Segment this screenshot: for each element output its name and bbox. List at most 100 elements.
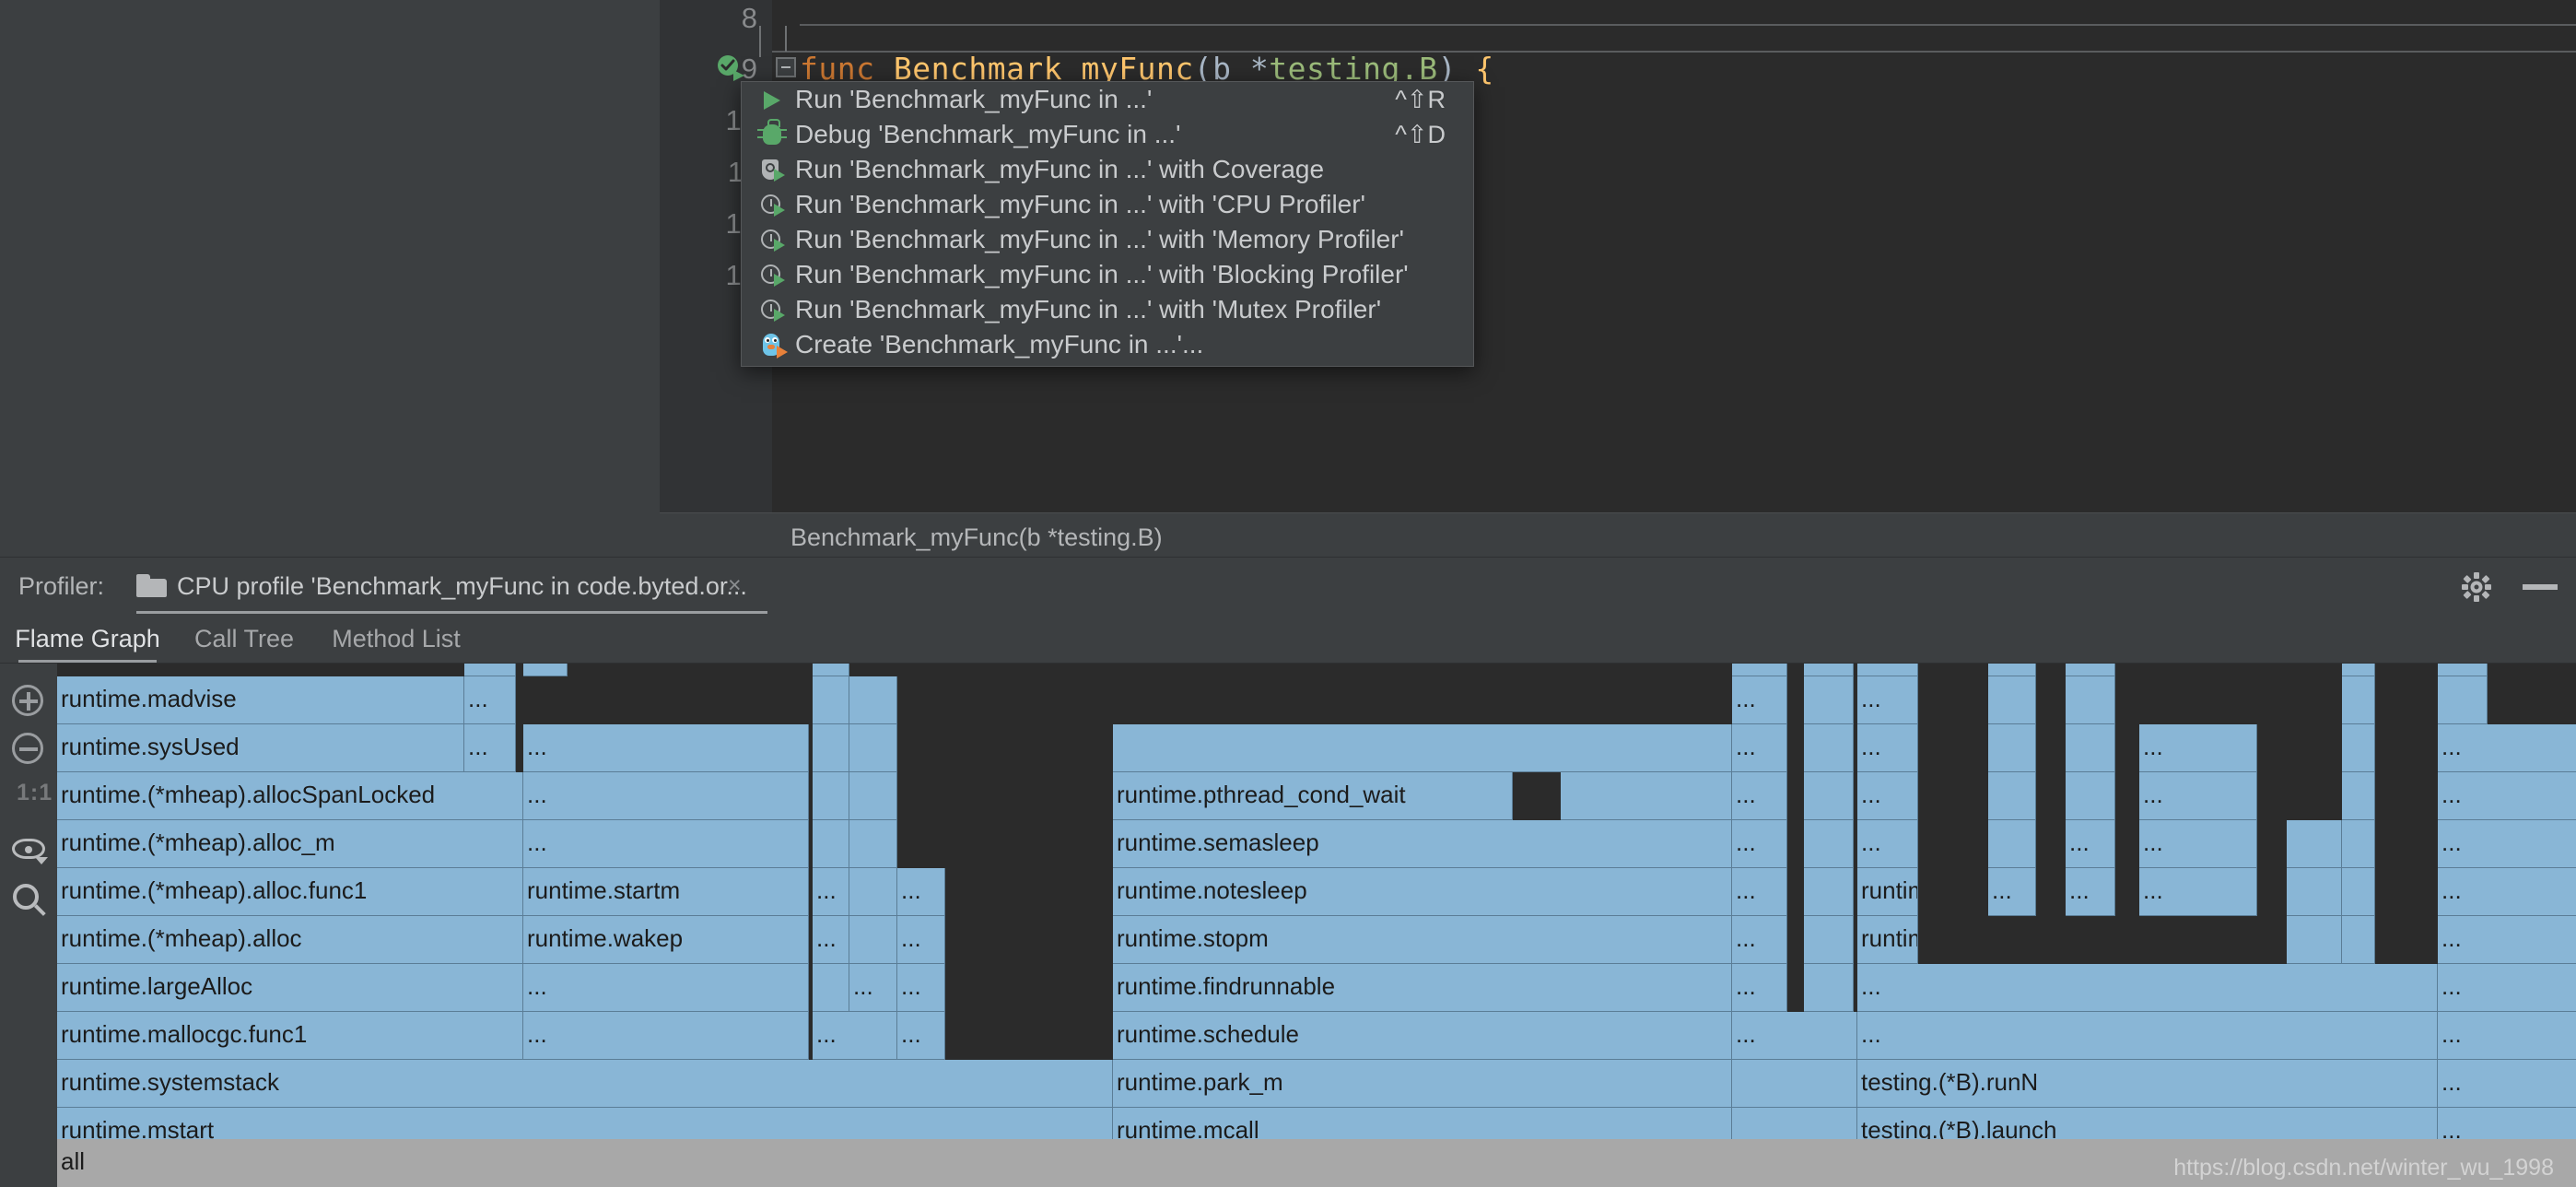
flame-frame[interactable]	[1561, 772, 1732, 820]
zoom-reset-icon[interactable]: 1:1	[9, 780, 52, 818]
flame-frame[interactable]: runtime.mallocgc.func1	[57, 1012, 523, 1060]
flame-frame[interactable]	[2287, 916, 2342, 964]
flame-frame[interactable]	[1804, 724, 1854, 772]
flame-frame[interactable]: ...	[1857, 820, 1918, 868]
flame-frame[interactable]: ...	[897, 1012, 945, 1060]
flame-frame[interactable]: ...	[1732, 724, 1787, 772]
flame-frame[interactable]: runtime.(*mheap).alloc	[57, 916, 523, 964]
flame-frame[interactable]	[813, 724, 849, 772]
flame-frame[interactable]	[849, 820, 897, 868]
flame-frame[interactable]	[2438, 664, 2488, 676]
flame-frame[interactable]: ...	[2438, 916, 2576, 964]
flame-frame[interactable]: ...	[897, 868, 945, 916]
flame-frame[interactable]	[2438, 676, 2488, 724]
flame-frame[interactable]: runtime.findrunnable	[1113, 964, 1732, 1012]
profiler-tab-bar[interactable]: Flame Graph Call Tree Method List	[0, 614, 2576, 664]
flame-frame[interactable]	[2066, 664, 2115, 676]
flame-frame[interactable]: ...	[2139, 868, 2257, 916]
flame-frame[interactable]	[1804, 868, 1854, 916]
run-context-menu[interactable]: Run 'Benchmark_myFunc in ...' ^⇧R Debug …	[741, 81, 1474, 367]
flame-frame[interactable]	[849, 772, 897, 820]
menu-item-run-with-blocking-profiler[interactable]: Run 'Benchmark_myFunc in ...' with 'Bloc…	[742, 257, 1473, 292]
flame-frame[interactable]: ...	[2438, 868, 2576, 916]
flame-frame[interactable]	[2342, 868, 2375, 916]
flame-frame[interactable]: ...	[1732, 664, 1787, 676]
flame-frame[interactable]: runtime.largeAlloc	[57, 964, 523, 1012]
flame-frame[interactable]	[2342, 772, 2375, 820]
flame-frame[interactable]: ...	[1732, 916, 1787, 964]
flame-frame[interactable]: ...	[2438, 1012, 2576, 1060]
menu-item-run-with-coverage[interactable]: Run 'Benchmark_myFunc in ...' with Cover…	[742, 152, 1473, 187]
flame-frame[interactable]	[849, 724, 897, 772]
flame-frame[interactable]	[1988, 724, 2036, 772]
flame-frame[interactable]	[2342, 664, 2375, 676]
flame-frame[interactable]: runtime.sysUsed	[57, 724, 464, 772]
flame-frame[interactable]: ...	[1857, 964, 2438, 1012]
menu-item-run-with-memory-profiler[interactable]: Run 'Benchmark_myFunc in ...' with 'Memo…	[742, 222, 1473, 257]
flame-frame[interactable]	[1804, 664, 1854, 676]
flame-frame[interactable]	[813, 772, 849, 820]
flame-frame[interactable]: ...	[464, 676, 516, 724]
tab-call-tree[interactable]: Call Tree	[189, 614, 299, 664]
flame-frame[interactable]: runtime.semasleep	[1113, 820, 1732, 868]
flame-frame[interactable]	[813, 820, 849, 868]
flame-frame[interactable]: ...	[2066, 868, 2115, 916]
gear-icon[interactable]	[2460, 570, 2493, 604]
flame-frame[interactable]	[813, 664, 849, 676]
flame-frame[interactable]: ...	[523, 772, 809, 820]
flame-frame[interactable]: ...	[464, 724, 516, 772]
profile-session-tab[interactable]: CPU profile 'Benchmark_myFunc in code.by…	[136, 563, 747, 609]
flame-frame[interactable]: ...	[849, 964, 897, 1012]
flame-frame[interactable]: ...	[523, 964, 809, 1012]
flame-frame[interactable]	[849, 916, 897, 964]
flame-frame[interactable]: ...	[2438, 772, 2576, 820]
flame-frame[interactable]	[1804, 772, 1854, 820]
flame-frame[interactable]: runtime.startm	[523, 868, 809, 916]
flame-frame[interactable]	[1988, 772, 2036, 820]
menu-item-run-with-mutex-profiler[interactable]: Run 'Benchmark_myFunc in ...' with 'Mute…	[742, 292, 1473, 327]
flame-frame[interactable]: ...	[1732, 964, 1787, 1012]
flame-frame[interactable]: ...	[523, 1012, 809, 1060]
flame-frame[interactable]: runtime.systemstack	[57, 1060, 1113, 1108]
flame-frame[interactable]	[1804, 916, 1854, 964]
flame-frame[interactable]: ...	[1857, 724, 1918, 772]
flame-frame[interactable]: runtime.stopm	[1113, 916, 1732, 964]
flame-frame[interactable]: ...	[2066, 820, 2115, 868]
flame-graph-root-frame[interactable]: all	[57, 1139, 2576, 1187]
flame-frame[interactable]: runtime.pthread_cond_wait	[1113, 772, 1513, 820]
zoom-in-icon[interactable]	[9, 682, 48, 721]
flame-frame[interactable]: ...	[2438, 724, 2576, 772]
flame-frame[interactable]: runtime.(*mheap).alloc_m	[57, 820, 523, 868]
flame-frame[interactable]: ...	[813, 868, 849, 916]
flame-frame[interactable]: ...	[2139, 820, 2257, 868]
breadcrumb[interactable]: Benchmark_myFunc(b *testing.B)	[790, 523, 1163, 552]
menu-item-run-with-cpu-profiler[interactable]: Run 'Benchmark_myFunc in ...' with 'CPU …	[742, 187, 1473, 222]
flame-frame[interactable]	[813, 676, 849, 724]
flame-frame[interactable]: ...	[1857, 772, 1918, 820]
visibility-icon[interactable]	[9, 829, 48, 868]
flame-frame[interactable]	[2066, 772, 2115, 820]
flame-frame[interactable]: ...	[523, 724, 809, 772]
flame-frame[interactable]	[1804, 820, 1854, 868]
flame-frame[interactable]	[1988, 820, 2036, 868]
menu-item-debug[interactable]: Debug 'Benchmark_myFunc in ...' ^⇧D	[742, 117, 1473, 152]
flame-frame[interactable]: ...	[2438, 820, 2576, 868]
flame-frame[interactable]: ...	[1732, 820, 1787, 868]
code-fold-toggle-icon[interactable]	[776, 57, 796, 77]
flame-frame[interactable]: runtime.park_m	[1113, 1060, 1732, 1108]
flame-frame[interactable]	[1804, 964, 1854, 1012]
flame-frame[interactable]	[1988, 676, 2036, 724]
flame-frame[interactable]: ...	[1732, 1012, 1857, 1060]
flame-frame[interactable]	[2066, 676, 2115, 724]
flame-frame[interactable]	[1732, 1060, 1857, 1108]
flame-frame[interactable]	[2342, 916, 2375, 964]
flame-frame[interactable]	[813, 964, 849, 1012]
flame-frame[interactable]	[2342, 820, 2375, 868]
run-benchmark-gutter-icon[interactable]	[715, 53, 748, 85]
menu-item-run[interactable]: Run 'Benchmark_myFunc in ...' ^⇧R	[742, 82, 1473, 117]
flame-frame[interactable]: runtime.madvise	[57, 676, 464, 724]
flame-frame[interactable]: ...	[2139, 772, 2257, 820]
flame-frame[interactable]: runtime.(*mheap).alloc.func1	[57, 868, 523, 916]
flame-frame[interactable]	[2287, 868, 2342, 916]
tab-method-list[interactable]: Method List	[322, 614, 470, 664]
